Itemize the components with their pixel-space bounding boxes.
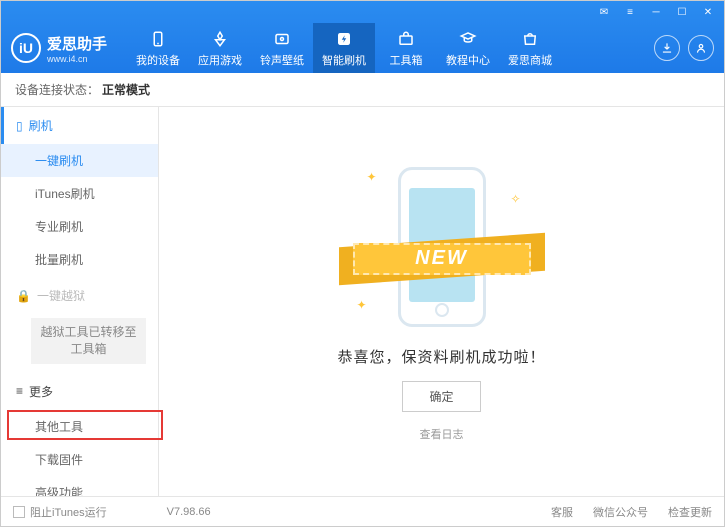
logo-icon: iU: [11, 33, 41, 63]
star-icon: ✦: [367, 170, 377, 184]
sidebar: ▯ 刷机 一键刷机 iTunes刷机 专业刷机 批量刷机 🔒 一键越狱 越狱工具…: [1, 107, 159, 496]
sidebar-head-jailbreak: 🔒 一键越狱: [1, 277, 158, 314]
ringtone-icon: [272, 29, 292, 49]
logo-title: 爱思助手: [47, 33, 107, 54]
footer-link-update[interactable]: 检查更新: [668, 504, 712, 520]
sidebar-item-pro-flash[interactable]: 专业刷机: [1, 210, 158, 243]
logo-url: www.i4.cn: [47, 54, 107, 64]
download-button[interactable]: [654, 35, 680, 61]
nav-my-device[interactable]: 我的设备: [127, 23, 189, 73]
nav-label: 爱思商城: [508, 52, 552, 68]
status-label: 设备连接状态：: [15, 81, 99, 98]
nav-label: 我的设备: [136, 52, 180, 68]
success-illustration: NEW ✦ ✧ ✦: [357, 162, 527, 332]
sidebar-item-advanced[interactable]: 高级功能: [1, 476, 158, 496]
sidebar-head-more[interactable]: ≡ 更多: [1, 373, 158, 410]
connection-status: 设备连接状态： 正常模式: [1, 73, 724, 107]
star-icon: ✦: [357, 298, 367, 312]
toolbox-icon: [396, 29, 416, 49]
footer: 阻止iTunes运行 V7.98.66 客服 微信公众号 检查更新: [1, 496, 724, 526]
nav-label: 应用游戏: [198, 52, 242, 68]
app-header: ✉ ≡ ─ ☐ ✕ iU 爱思助手 www.i4.cn 我的设备: [1, 1, 724, 73]
view-log-link[interactable]: 查看日志: [420, 426, 464, 442]
sidebar-head-flash[interactable]: ▯ 刷机: [1, 107, 158, 144]
nav-label: 铃声壁纸: [260, 52, 304, 68]
flash-icon: [334, 29, 354, 49]
store-icon: [520, 29, 540, 49]
tutorial-icon: [458, 29, 478, 49]
maximize-button[interactable]: ☐: [671, 3, 693, 21]
star-icon: ✧: [510, 192, 520, 206]
nav-store[interactable]: 爱思商城: [499, 23, 561, 73]
nav-tutorial[interactable]: 教程中心: [437, 23, 499, 73]
sidebar-head-label: 刷机: [29, 117, 53, 134]
nav-apps[interactable]: 应用游戏: [189, 23, 251, 73]
jailbreak-note: 越狱工具已转移至工具箱: [31, 318, 146, 364]
version-label: V7.98.66: [167, 506, 211, 518]
sidebar-item-download-firmware[interactable]: 下载固件: [1, 443, 158, 476]
sidebar-item-batch-flash[interactable]: 批量刷机: [1, 243, 158, 276]
ok-button[interactable]: 确定: [402, 381, 480, 412]
nav-label: 智能刷机: [322, 52, 366, 68]
footer-link-support[interactable]: 客服: [551, 504, 573, 520]
ribbon-text: NEW: [353, 243, 531, 275]
user-button[interactable]: [688, 35, 714, 61]
checkbox-icon[interactable]: [13, 506, 25, 518]
minimize-button[interactable]: ─: [645, 3, 667, 21]
device-icon: [148, 29, 168, 49]
nav-label: 教程中心: [446, 52, 490, 68]
list-icon: ≡: [16, 384, 23, 398]
new-ribbon: NEW: [339, 240, 545, 278]
sidebar-item-itunes-flash[interactable]: iTunes刷机: [1, 177, 158, 210]
sidebar-item-other-tools[interactable]: 其他工具: [1, 410, 158, 443]
sidebar-item-oneclick-flash[interactable]: 一键刷机: [1, 144, 158, 177]
nav-ringtone[interactable]: 铃声壁纸: [251, 23, 313, 73]
nav-label: 工具箱: [390, 52, 423, 68]
feedback-icon[interactable]: ✉: [593, 3, 615, 21]
nav-smart-flash[interactable]: 智能刷机: [313, 23, 375, 73]
nav-toolbox[interactable]: 工具箱: [375, 23, 437, 73]
menu-icon[interactable]: ≡: [619, 3, 641, 21]
block-itunes-label[interactable]: 阻止iTunes运行: [30, 504, 107, 520]
status-value: 正常模式: [102, 81, 150, 98]
main-nav: 我的设备 应用游戏 铃声壁纸 智能刷机 工具箱: [127, 23, 654, 73]
apps-icon: [210, 29, 230, 49]
app-logo: iU 爱思助手 www.i4.cn: [11, 33, 107, 64]
close-button[interactable]: ✕: [697, 3, 719, 21]
footer-link-wechat[interactable]: 微信公众号: [593, 504, 648, 520]
phone-icon: ▯: [16, 119, 23, 133]
sidebar-head-label: 一键越狱: [37, 287, 85, 304]
main-panel: NEW ✦ ✧ ✦ 恭喜您，保资料刷机成功啦！ 确定 查看日志: [159, 107, 724, 496]
lock-icon: 🔒: [16, 289, 31, 303]
sidebar-head-label: 更多: [29, 383, 53, 400]
success-message: 恭喜您，保资料刷机成功啦！: [337, 346, 545, 367]
